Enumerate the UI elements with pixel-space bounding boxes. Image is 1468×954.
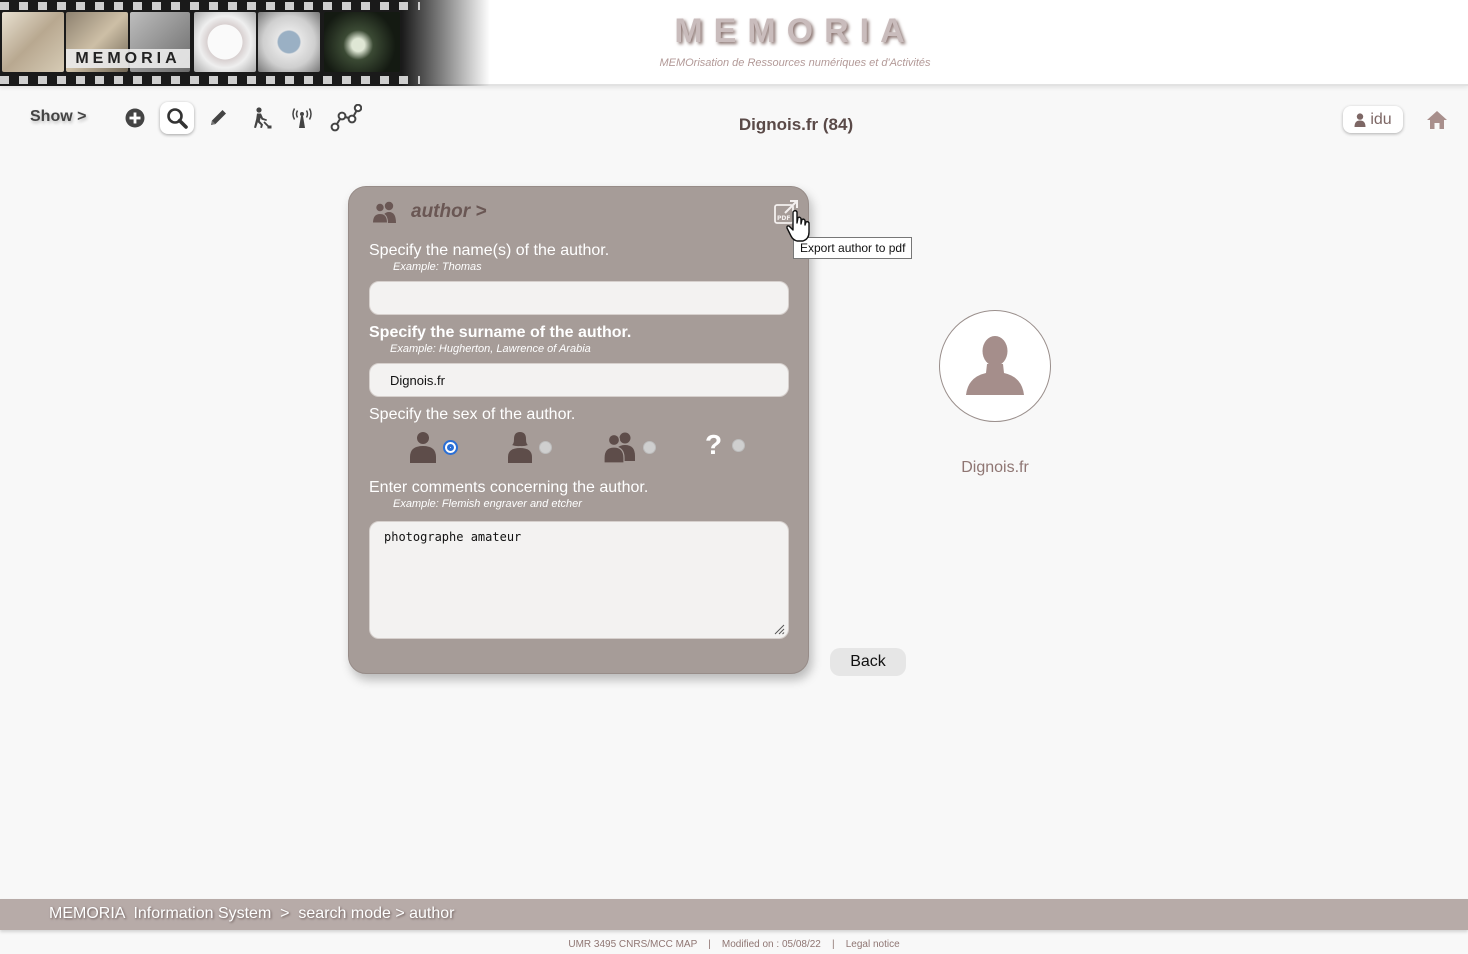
panel-header: author > xyxy=(371,201,486,223)
comments-textarea[interactable]: photographe amateur xyxy=(369,521,789,639)
page-title: Dignois.fr (84) xyxy=(738,115,854,134)
comments-example: Example: Flemish engraver and etcher xyxy=(393,498,582,510)
surname-label: Specify the surname of the author. xyxy=(369,324,632,341)
user-account-button[interactable]: idu xyxy=(1343,106,1403,133)
sex-radio-female[interactable] xyxy=(539,440,552,454)
name-example: Example: Thomas xyxy=(393,261,482,273)
sex-radio-group[interactable] xyxy=(643,440,656,454)
brand-subtitle: MEMOrisation de Ressources numériques et… xyxy=(659,57,931,69)
author-display-name: Dignois.fr xyxy=(961,459,1029,476)
work-button[interactable] xyxy=(244,102,278,134)
sex-option-male[interactable] xyxy=(409,431,458,463)
home-icon xyxy=(1427,111,1447,129)
sex-radio-male[interactable] xyxy=(443,439,458,455)
resize-grip-icon[interactable] xyxy=(773,623,785,635)
sex-option-unknown[interactable]: ? xyxy=(705,429,746,460)
edit-button[interactable] xyxy=(201,102,235,134)
legal-notice-link[interactable]: Legal notice xyxy=(846,939,900,950)
hand-pointer-cursor-icon xyxy=(786,209,810,242)
work-icon xyxy=(254,107,272,129)
add-button[interactable] xyxy=(118,102,152,134)
footer-breadcrumb-bar: MEMORIA Information System > search mode… xyxy=(0,899,1468,930)
breadcrumb: MEMORIA Information System > search mode… xyxy=(49,905,455,923)
brand-title: MEMORIA xyxy=(674,12,916,50)
surname-example: Example: Hugherton, Lawrence of Arabia xyxy=(390,343,591,355)
film-frame xyxy=(194,12,256,72)
add-icon xyxy=(125,108,145,128)
filmstrip-logo[interactable]: MEMORIA xyxy=(0,0,490,86)
back-button[interactable]: Back xyxy=(830,648,906,676)
breadcrumb-system[interactable]: MEMORIA Information System xyxy=(49,905,271,922)
network-graph-icon xyxy=(330,104,362,132)
film-frame xyxy=(258,12,320,72)
panel-title[interactable]: author > xyxy=(411,201,486,223)
home-button[interactable] xyxy=(1424,108,1450,132)
footer-separator: | xyxy=(697,939,722,950)
comments-label: Enter comments concerning the author. xyxy=(369,479,649,496)
sex-label: Specify the sex of the author. xyxy=(369,406,576,423)
name-input[interactable] xyxy=(369,281,789,315)
sex-option-female[interactable] xyxy=(507,431,552,463)
footer-separator: | xyxy=(820,939,846,950)
film-frame xyxy=(324,12,400,72)
author-group-icon xyxy=(371,201,396,223)
film-logo-text: MEMORIA xyxy=(66,49,190,68)
breadcrumb-separator: > xyxy=(271,905,299,922)
film-frame xyxy=(2,12,64,72)
broadcast-button[interactable] xyxy=(285,102,319,134)
modified-date: Modified on : 05/08/22 xyxy=(721,939,821,950)
footer-legal: UMR 3495 CNRS/MCC MAP | Modified on : 05… xyxy=(0,939,1468,950)
user-name: idu xyxy=(1370,110,1392,128)
female-icon xyxy=(508,432,532,463)
graph-button[interactable] xyxy=(329,102,363,134)
sex-option-group[interactable] xyxy=(603,431,656,463)
show-menu-button[interactable]: Show > xyxy=(30,108,86,126)
author-form-panel: author > PDF Specify the name(s) of the … xyxy=(348,186,809,674)
unknown-icon: ? xyxy=(705,429,723,460)
brand: MEMORIA MEMOrisation de Ressources numér… xyxy=(640,12,950,69)
antenna-icon xyxy=(292,108,312,128)
header-banner: MEMORIA MEMORIA MEMOrisation de Ressourc… xyxy=(0,0,1468,86)
breadcrumb-mode[interactable]: search mode > author xyxy=(298,905,454,922)
film-perforations xyxy=(0,2,420,10)
lab-credit: UMR 3495 CNRS/MCC MAP xyxy=(568,939,698,950)
edit-pencil-icon xyxy=(211,110,226,125)
search-icon xyxy=(167,108,188,129)
sex-radio-unknown[interactable] xyxy=(732,438,746,452)
surname-input[interactable] xyxy=(369,363,789,397)
group-icon xyxy=(603,432,635,463)
author-avatar xyxy=(939,310,1051,422)
person-silhouette-icon xyxy=(966,336,1024,395)
name-label: Specify the name(s) of the author. xyxy=(369,242,610,259)
film-perforations xyxy=(0,76,420,84)
male-icon xyxy=(410,432,436,463)
user-icon xyxy=(1354,112,1366,127)
search-mode-button[interactable] xyxy=(160,102,194,134)
